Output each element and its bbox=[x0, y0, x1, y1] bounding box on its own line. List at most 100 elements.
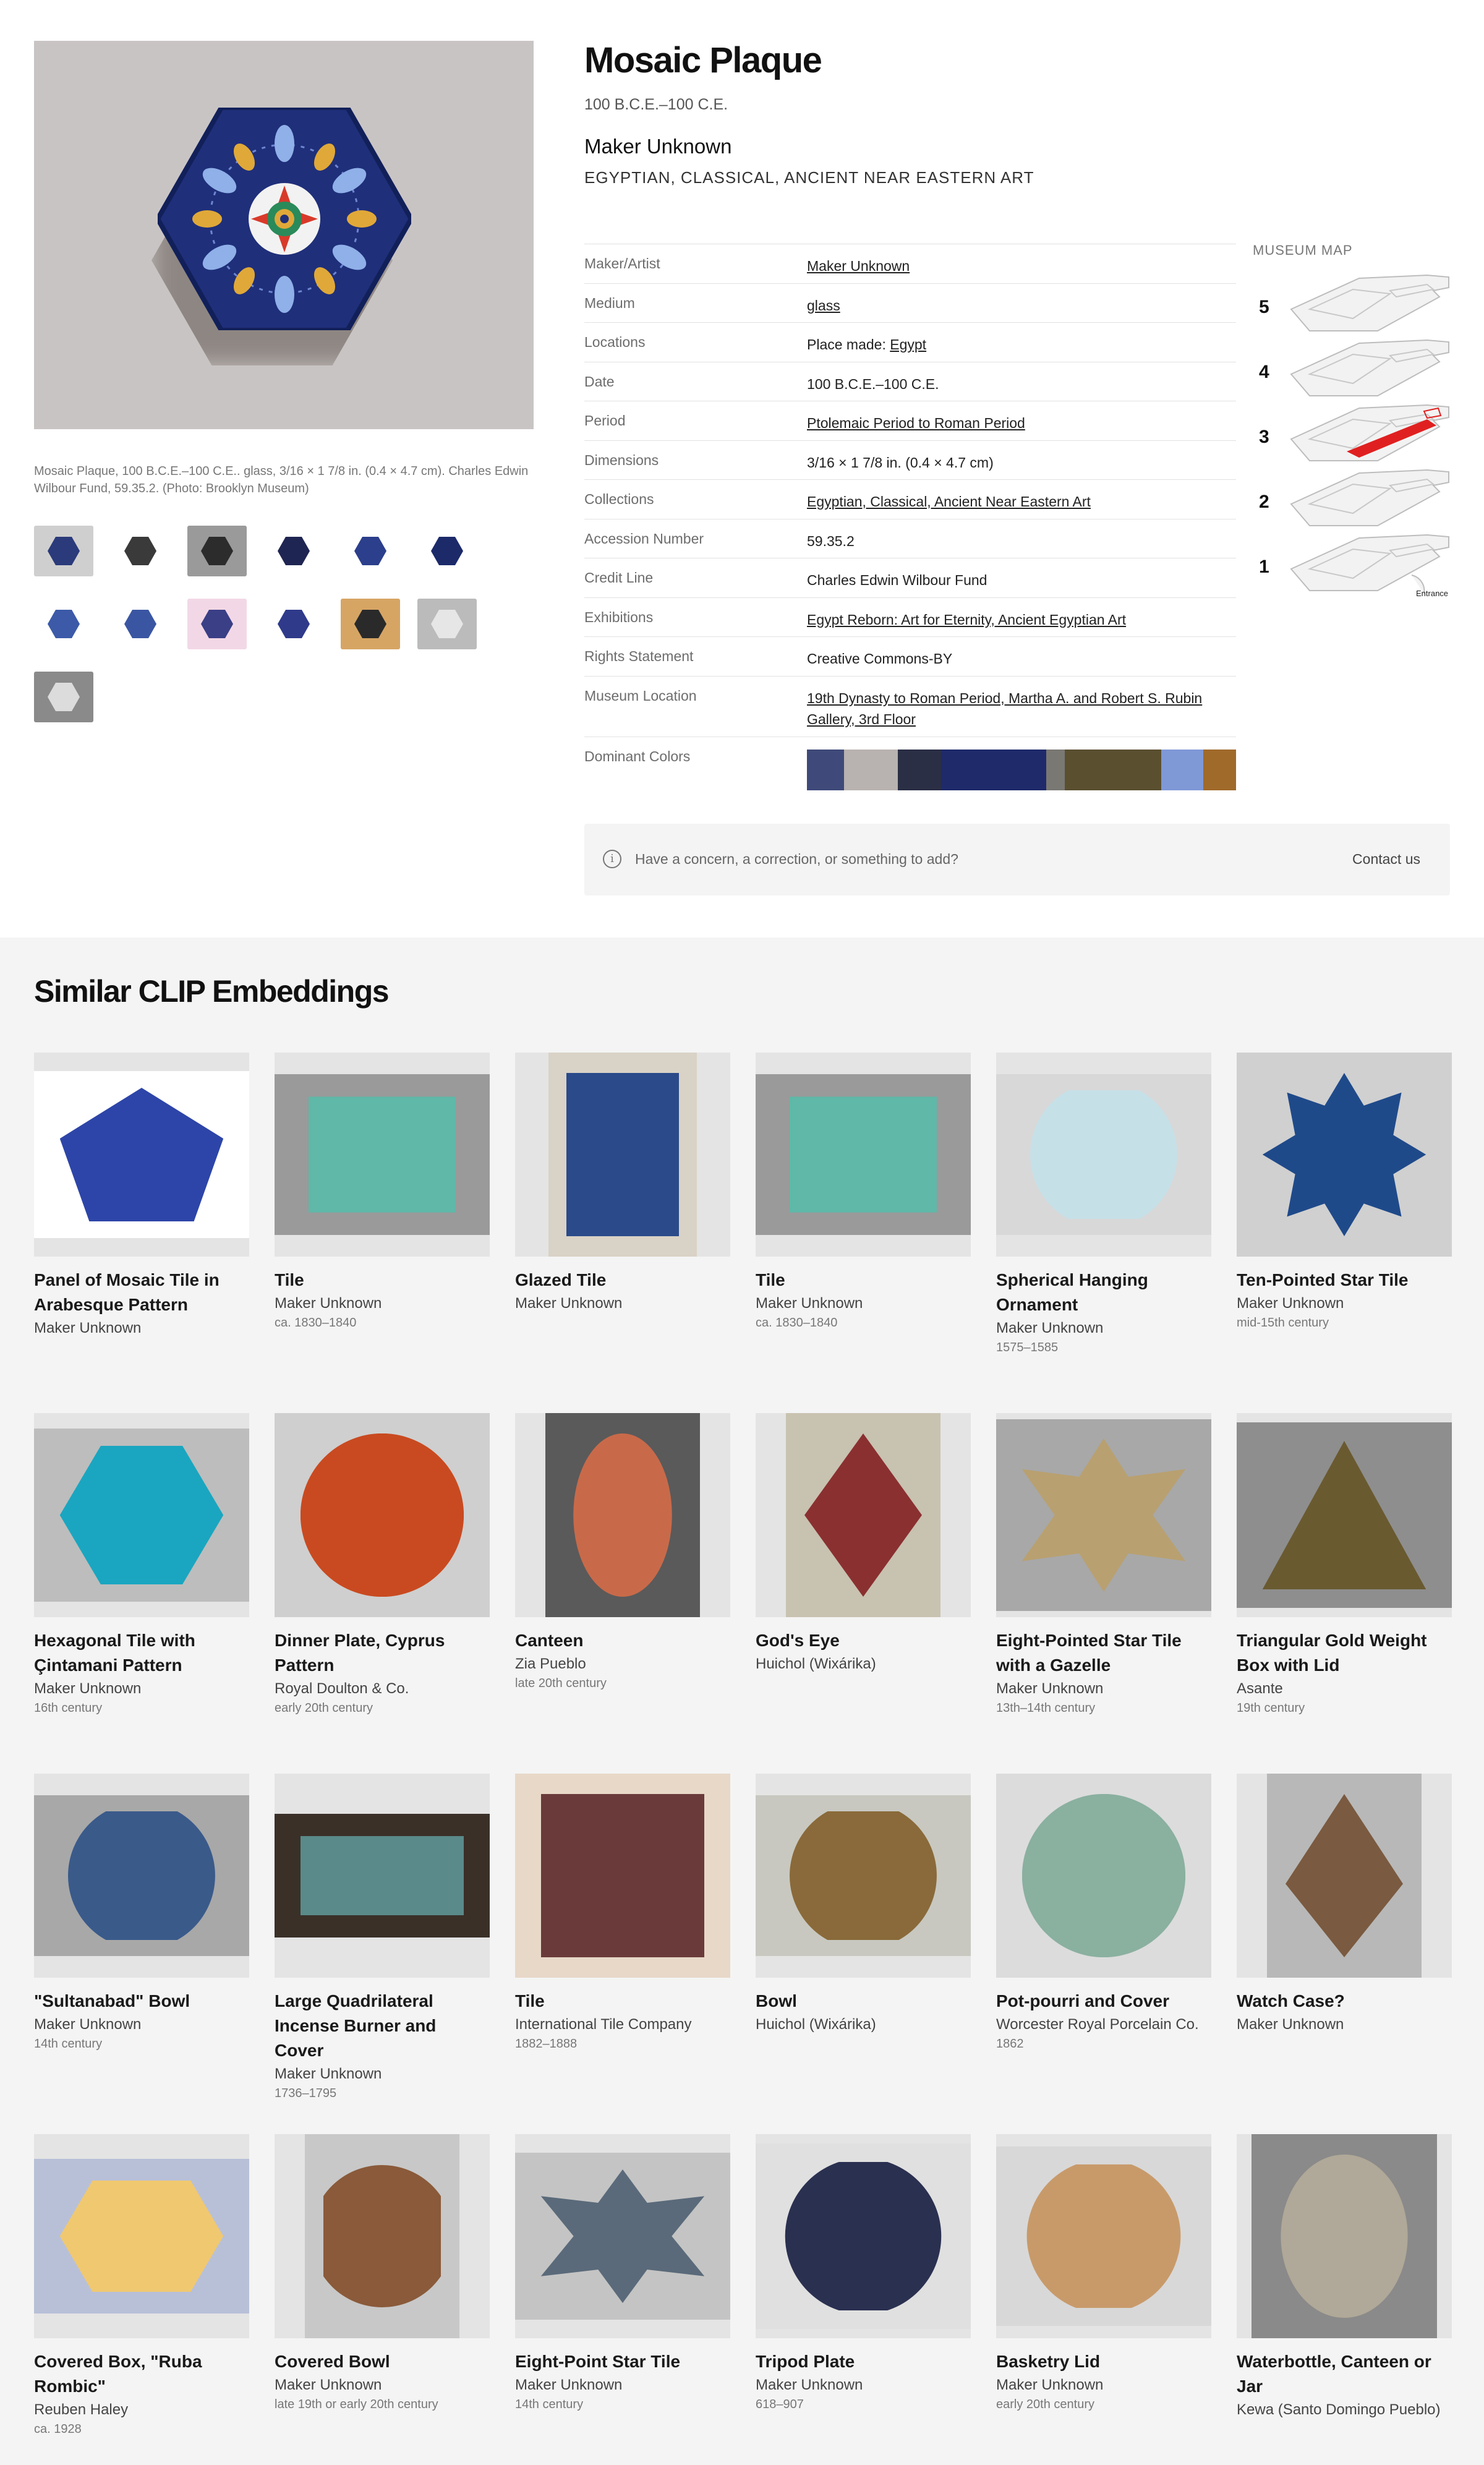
similar-card-date: 1575–1585 bbox=[996, 1341, 1059, 1354]
thumbnail-2[interactable] bbox=[111, 526, 170, 576]
similar-card-title[interactable]: Hexagonal Tile with Çintamani Pattern bbox=[34, 1628, 249, 1678]
main-object-image[interactable] bbox=[34, 41, 534, 429]
object-maker[interactable]: Maker Unknown bbox=[584, 135, 731, 158]
similar-card-image[interactable] bbox=[515, 1774, 730, 1978]
detail-label: Date bbox=[584, 373, 615, 390]
similar-card-image[interactable] bbox=[1237, 1774, 1452, 1978]
color-swatch[interactable] bbox=[1046, 749, 1065, 790]
similar-card-image[interactable] bbox=[275, 1413, 490, 1617]
similar-card-image[interactable] bbox=[515, 2134, 730, 2338]
similar-card-title[interactable]: Glazed Tile bbox=[515, 1268, 730, 1292]
thumbnail-7[interactable] bbox=[34, 599, 93, 649]
artwork-object bbox=[540, 1794, 705, 1957]
similar-card-image[interactable] bbox=[756, 1774, 971, 1978]
color-swatch[interactable] bbox=[843, 749, 898, 790]
detail-link[interactable]: Egypt bbox=[890, 336, 926, 352]
similar-card-image[interactable] bbox=[34, 1053, 249, 1257]
similar-card-title[interactable]: Covered Box, "Ruba Rombic" bbox=[34, 2349, 249, 2399]
similar-card-image[interactable] bbox=[275, 2134, 490, 2338]
similar-card-image[interactable] bbox=[1237, 2134, 1452, 2338]
detail-link[interactable]: Egypt Reborn: Art for Eternity, Ancient … bbox=[807, 612, 1126, 628]
detail-link[interactable]: Ptolemaic Period to Roman Period bbox=[807, 415, 1025, 431]
similar-card-title[interactable]: Basketry Lid bbox=[996, 2349, 1211, 2374]
similar-card-title[interactable]: Spherical Hanging Ornament bbox=[996, 1268, 1211, 1317]
artwork-object bbox=[59, 1088, 224, 1221]
similar-card-title[interactable]: Covered Bowl bbox=[275, 2349, 490, 2374]
similar-card-image[interactable] bbox=[34, 2134, 249, 2338]
color-swatch[interactable] bbox=[1065, 749, 1162, 790]
thumbnail-1[interactable] bbox=[34, 526, 93, 576]
similar-card-image[interactable] bbox=[34, 1413, 249, 1617]
detail-link[interactable]: 19th Dynasty to Roman Period, Martha A. … bbox=[807, 690, 1202, 727]
map-floor-2[interactable]: 2 bbox=[1249, 467, 1453, 535]
color-swatch[interactable] bbox=[1161, 749, 1204, 790]
detail-text: Charles Edwin Wilbour Fund bbox=[807, 572, 987, 588]
thumbnail-11[interactable] bbox=[341, 599, 400, 649]
detail-label: Medium bbox=[584, 294, 635, 311]
detail-text: 59.35.2 bbox=[807, 532, 855, 549]
similar-card-title[interactable]: Eight-Pointed Star Tile with a Gazelle bbox=[996, 1628, 1211, 1678]
similar-card-image[interactable] bbox=[34, 1774, 249, 1978]
similar-card-title[interactable]: Tripod Plate bbox=[756, 2349, 971, 2374]
color-swatch[interactable] bbox=[897, 749, 942, 790]
similar-card-date: 13th–14th century bbox=[996, 1701, 1096, 1715]
thumbnail-10[interactable] bbox=[264, 599, 323, 649]
detail-link[interactable]: Egyptian, Classical, Ancient Near Easter… bbox=[807, 493, 1091, 510]
thumbnail-5[interactable] bbox=[341, 526, 400, 576]
concern-banner: i Have a concern, a correction, or somet… bbox=[584, 824, 1450, 895]
thumbnail-4[interactable] bbox=[264, 526, 323, 576]
similar-card-image[interactable] bbox=[275, 1774, 490, 1978]
similar-card-title[interactable]: Ten-Pointed Star Tile bbox=[1237, 1268, 1452, 1292]
similar-card-maker: Kewa (Santo Domingo Pueblo) bbox=[1237, 2401, 1441, 2418]
similar-card-title[interactable]: Pot-pourri and Cover bbox=[996, 1989, 1211, 2014]
thumbnail-12[interactable] bbox=[417, 599, 477, 649]
similar-card-image[interactable] bbox=[756, 1053, 971, 1257]
similar-card-image[interactable] bbox=[515, 1053, 730, 1257]
similar-card-title[interactable]: Panel of Mosaic Tile in Arabesque Patter… bbox=[34, 1268, 249, 1317]
thumbnail-13[interactable] bbox=[34, 672, 93, 722]
detail-label: Maker/Artist bbox=[584, 255, 660, 271]
color-swatch[interactable] bbox=[941, 749, 1046, 790]
similar-card-title[interactable]: Canteen bbox=[515, 1628, 730, 1653]
detail-link[interactable]: glass bbox=[807, 297, 840, 314]
similar-card-image[interactable] bbox=[275, 1053, 490, 1257]
similar-card-image[interactable] bbox=[1237, 1053, 1452, 1257]
map-floor-1[interactable]: 1 Entrance bbox=[1249, 532, 1453, 600]
similar-card-title[interactable]: Dinner Plate, Cyprus Pattern bbox=[275, 1628, 490, 1678]
color-swatch[interactable] bbox=[1203, 749, 1236, 790]
similar-card-title[interactable]: Eight-Point Star Tile bbox=[515, 2349, 730, 2374]
similar-card-title[interactable]: Watch Case? bbox=[1237, 1989, 1452, 2014]
similar-card-image[interactable] bbox=[515, 1413, 730, 1617]
thumbnail-6[interactable] bbox=[417, 526, 477, 576]
similar-card-image[interactable] bbox=[756, 2134, 971, 2338]
similar-card-image[interactable] bbox=[996, 2134, 1211, 2338]
similar-card-title[interactable]: God's Eye bbox=[756, 1628, 971, 1653]
similar-card-image[interactable] bbox=[996, 1413, 1211, 1617]
similar-card-title[interactable]: Triangular Gold Weight Box with Lid bbox=[1237, 1628, 1452, 1678]
similar-card-title[interactable]: Tile bbox=[275, 1268, 490, 1292]
map-floor-4[interactable]: 4 bbox=[1249, 337, 1453, 405]
similar-card-title[interactable]: "Sultanabad" Bowl bbox=[34, 1989, 249, 2014]
similar-card-image[interactable] bbox=[996, 1774, 1211, 1978]
object-department[interactable]: EGYPTIAN, CLASSICAL, ANCIENT NEAR EASTER… bbox=[584, 168, 1034, 187]
color-swatch[interactable] bbox=[807, 749, 844, 790]
contact-us-link[interactable]: Contact us bbox=[1352, 851, 1420, 868]
map-floor-5[interactable]: 5 bbox=[1249, 272, 1453, 340]
similar-card-date: ca. 1928 bbox=[34, 2422, 82, 2436]
details-table: Maker/Artist Maker Unknown Medium glass Loca… bbox=[584, 244, 1236, 798]
detail-link[interactable]: Maker Unknown bbox=[807, 258, 910, 274]
similar-card-image[interactable] bbox=[996, 1053, 1211, 1257]
similar-card-image[interactable] bbox=[756, 1413, 971, 1617]
thumbnail-9[interactable] bbox=[187, 599, 247, 649]
similar-card-title[interactable]: Large Quadrilateral Incense Burner and C… bbox=[275, 1989, 490, 2063]
map-floor-3[interactable]: 3 bbox=[1249, 402, 1453, 470]
similar-card-title[interactable]: Tile bbox=[515, 1989, 730, 2014]
thumbnail-8[interactable] bbox=[111, 599, 170, 649]
detail-row: Collections Egyptian, Classical, Ancient … bbox=[584, 479, 1236, 519]
similar-card-title[interactable]: Tile bbox=[756, 1268, 971, 1292]
thumbnail-3[interactable] bbox=[187, 526, 247, 576]
similar-card-title[interactable]: Waterbottle, Canteen or Jar bbox=[1237, 2349, 1452, 2399]
similar-card-title[interactable]: Bowl bbox=[756, 1989, 971, 2014]
similar-card-image[interactable] bbox=[1237, 1413, 1452, 1617]
artwork-object bbox=[789, 1096, 937, 1213]
